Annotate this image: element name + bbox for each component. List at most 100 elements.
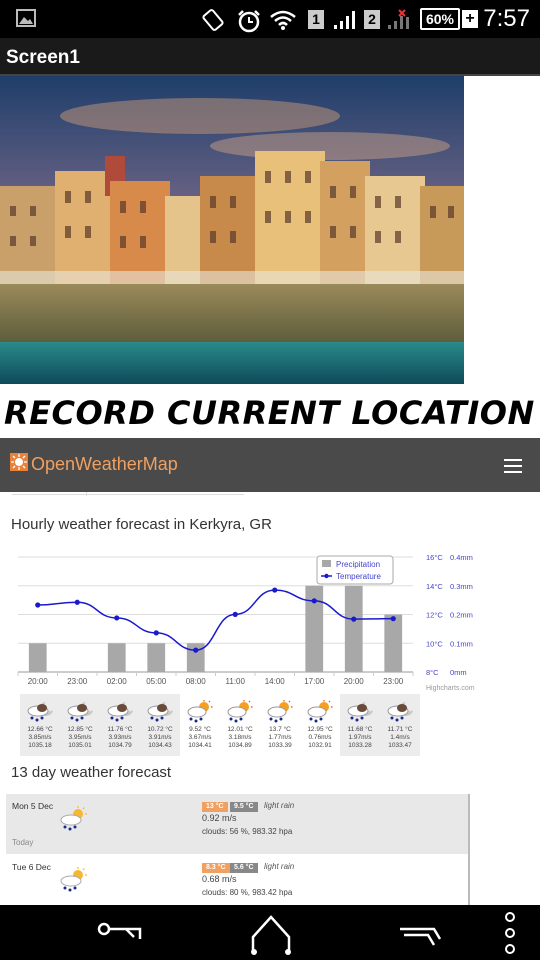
x-tick-label: 23:00 — [383, 677, 404, 686]
hourly-icon-cell: 12.85 °C 3.95m/s 1035.01 — [60, 694, 100, 756]
y-tick-right: 0.3mm — [450, 582, 473, 591]
weather-description: light rain — [264, 801, 295, 810]
hourly-temp: 12.85 °C — [67, 726, 93, 733]
sun-rain-icon — [58, 867, 88, 898]
temperature-line — [37, 589, 394, 651]
hourly-temp: 11.71 °C — [387, 726, 413, 733]
legend-label-temperature: Temperature — [336, 572, 381, 581]
y-tick-left: 10°C — [426, 639, 443, 648]
sun-logo-icon — [10, 453, 28, 471]
hourly-wind: 3.18m/s — [228, 734, 252, 741]
hourly-icons-row: 12.66 °C 3.85m/s 1035.18 12.85 °C 3.95m/s 103… — [20, 694, 420, 756]
legend-swatch-precipitation — [322, 560, 331, 567]
cloud-rain-night-icon — [20, 700, 60, 724]
temp-high-badge: 13 °C — [202, 802, 228, 812]
back-button[interactable] — [96, 919, 144, 952]
precipitation-bar — [384, 614, 403, 672]
x-tick-label: 02:00 — [107, 677, 128, 686]
y-tick-right: 0.4mm — [450, 553, 473, 562]
hourly-wind: 3.67m/s — [188, 734, 212, 741]
day-name: Tue 6 Dec — [12, 862, 51, 872]
temp-low-badge: 5.6 °C — [230, 863, 258, 873]
hourly-wind: 1.97m/s — [348, 734, 372, 741]
hourly-temp: 11.68 °C — [347, 726, 373, 733]
hourly-wind: 3.91m/s — [148, 734, 172, 741]
recent-apps-button[interactable] — [398, 919, 444, 952]
x-tick-label: 05:00 — [146, 677, 167, 686]
hourly-temp: 13.7 °C — [269, 726, 291, 733]
scrollbar[interactable] — [468, 794, 470, 905]
hourly-icon-cell: 13.7 °C 1.77m/s 1033.39 — [260, 694, 300, 756]
precipitation-bar — [28, 643, 47, 672]
highcharts-credit: Highcharts.com — [426, 685, 475, 692]
daily-row[interactable]: Tue 6 Dec 8.3 °C 5.6 °C light rain 0.68 … — [6, 855, 468, 905]
hourly-forecast-title: Hourly weather forecast in Kerkyra, GR — [11, 516, 272, 533]
clock: 7:57 — [483, 5, 530, 32]
sim2-badge: 2 — [364, 10, 380, 29]
precipitation-bar — [147, 643, 166, 672]
hourly-chart: 16°C 0.4mm 14°C 0.3mm 12°C 0.2mm 10°C 0.1mm 8°C 0… — [8, 550, 488, 695]
x-tick-label: 23:00 — [67, 677, 88, 686]
clouds-pressure: clouds: 80 %, 983.42 hpa — [202, 888, 293, 897]
sim1-badge: 1 — [308, 10, 324, 29]
cloud-rain-night-icon — [140, 700, 180, 724]
legend-swatch-temperature-point — [324, 573, 329, 579]
y-tick-left: 8°C — [426, 668, 439, 677]
temperature-point — [351, 616, 357, 622]
x-tick-label: 14:00 — [265, 677, 286, 686]
app-title-bar: Screen1 — [0, 38, 540, 76]
day-sub: Today — [12, 838, 34, 847]
cloud-rain-night-icon — [60, 700, 100, 724]
hourly-icon-cell: 12.01 °C 3.18m/s 1034.89 — [220, 694, 260, 756]
sun-rain-icon — [260, 700, 300, 724]
screen-rotation-icon — [200, 9, 228, 36]
legend-label-precipitation: Precipitation — [336, 560, 380, 569]
hourly-icon-cell: 11.71 °C 1.4m/s 1033.47 — [380, 694, 420, 756]
x-tick-label: 20:00 — [28, 677, 49, 686]
app-title: Screen1 — [6, 47, 80, 68]
temperature-point — [193, 647, 199, 653]
clouds-pressure: clouds: 56 %, 983.32 hpa — [202, 827, 293, 836]
status-bar: 1 2 60% + 7:57 — [0, 0, 540, 38]
y-tick-left: 16°C — [426, 553, 443, 562]
hourly-icon-cell: 11.68 °C 1.97m/s 1033.28 — [340, 694, 380, 756]
hourly-pressure: 1034.41 — [188, 742, 212, 749]
temperature-point — [272, 587, 278, 593]
overflow-menu-button[interactable] — [500, 911, 520, 960]
hourly-pressure: 1034.79 — [108, 742, 132, 749]
alarm-icon — [236, 9, 262, 38]
hourly-temp: 11.76 °C — [107, 726, 133, 733]
y-tick-left: 12°C — [426, 611, 443, 620]
hourly-icon-cell: 10.72 °C 3.91m/s 1034.43 — [140, 694, 180, 756]
hourly-wind: 1.77m/s — [268, 734, 292, 741]
x-tick-label: 20:00 — [344, 677, 365, 686]
image-notification-icon — [16, 9, 36, 32]
home-button[interactable] — [250, 911, 292, 960]
precipitation-bar — [344, 585, 363, 672]
record-location-button[interactable]: RECORD CURRENT LOCATION — [4, 394, 535, 432]
menu-icon[interactable] — [504, 459, 522, 477]
y-tick-left: 14°C — [426, 582, 443, 591]
cloud-rain-night-icon — [100, 700, 140, 724]
daily-row[interactable]: Mon 5 Dec Today 13 °C 9.5 °C light rain … — [6, 794, 468, 854]
temperature-point — [153, 630, 159, 636]
x-tick-label: 08:00 — [186, 677, 207, 686]
hourly-icon-cell: 12.66 °C 3.85m/s 1035.18 — [20, 694, 60, 756]
day-name: Mon 5 Dec — [12, 801, 54, 811]
owm-brand[interactable]: OpenWeatherMap — [31, 454, 178, 475]
hourly-temp: 9.52 °C — [189, 726, 211, 733]
no-signal-icon — [386, 9, 412, 36]
temp-high-badge: 8.3 °C — [202, 863, 230, 873]
y-tick-right: 0.1mm — [450, 639, 473, 648]
hourly-wind: 3.85m/s — [28, 734, 52, 741]
signal-icon — [332, 9, 356, 36]
hourly-icon-cell: 12.95 °C 0.76m/s 1032.91 — [300, 694, 340, 756]
charging-icon: + — [462, 10, 478, 28]
hourly-pressure: 1034.43 — [148, 742, 172, 749]
temperature-point — [390, 616, 396, 622]
hourly-temp: 12.95 °C — [307, 726, 333, 733]
hourly-pressure: 1033.39 — [268, 742, 292, 749]
daily-forecast-title: 13 day weather forecast — [11, 764, 172, 781]
battery-indicator: 60% — [420, 8, 460, 30]
temperature-point — [74, 599, 80, 605]
